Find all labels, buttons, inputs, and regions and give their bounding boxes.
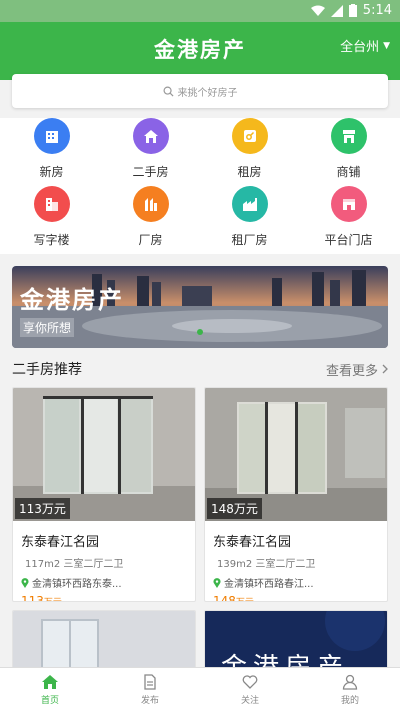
tab-label: 关注 (240, 695, 259, 706)
category-platform-store[interactable]: 平台门店 (303, 186, 395, 254)
address-text: 金清镇环西路春江... (224, 579, 314, 590)
home-icon (42, 674, 58, 689)
listing-name: 东泰春江名园 (21, 535, 100, 550)
category-rent-plant[interactable]: 租厂房 (204, 186, 296, 254)
person-icon (342, 674, 358, 690)
listing-address: 金清镇环西路东泰... (21, 575, 195, 590)
store-icon (330, 186, 367, 222)
listing-spec: 139m2 三室二厅二卫 (217, 559, 316, 570)
category-office[interactable]: 写字楼 (6, 186, 98, 254)
location-pin-icon (21, 577, 29, 588)
city-label: 全台州 (340, 40, 380, 55)
price-tag: 148万元 (207, 498, 262, 519)
house-icon (132, 118, 169, 154)
tab-label: 我的 (340, 695, 359, 706)
listing-photo: 113万元 (13, 388, 195, 521)
category-grid: 新房 二手房 租房 商铺 写字楼 厂房 租厂房 平台门店 (0, 118, 400, 254)
category-label: 写字楼 (33, 233, 70, 247)
listing-price: 113万元 (21, 594, 195, 602)
promo-banner[interactable]: 金港房产 享你所想 (12, 266, 388, 348)
app-header: 金港房产 全台州 ▼ (0, 22, 400, 80)
tab-label: 发布 (140, 695, 159, 706)
listing-address: 金清镇环西路春江... (213, 575, 387, 590)
promo-card[interactable]: 金港房产 (204, 610, 388, 670)
tab-home[interactable]: 首页 (0, 668, 100, 710)
plant-icon (132, 186, 169, 222)
category-label: 二手房 (132, 165, 169, 179)
category-second-hand[interactable]: 二手房 (105, 118, 197, 186)
tab-label: 首页 (40, 695, 59, 706)
banner-title: 金港房产 (20, 286, 124, 314)
category-label: 厂房 (138, 233, 163, 247)
listing-grid: 113万元 东泰春江名园 117m2 三室二厅二卫 金清镇环西路东泰... 11… (12, 387, 388, 670)
category-new-house[interactable]: 新房 (6, 118, 98, 186)
wifi-icon (310, 5, 325, 16)
listing-photo: 148万元 (205, 388, 387, 521)
document-icon (144, 673, 156, 690)
view-more-label: 查看更多 (325, 363, 378, 379)
search-bar[interactable]: 来挑个好房子 (12, 74, 388, 108)
category-label: 租房 (237, 165, 262, 179)
banner-subtitle: 享你所想 (20, 318, 75, 337)
building-icon (33, 118, 70, 154)
listing-price: 148万元 (213, 594, 387, 602)
shop-icon (330, 118, 367, 154)
listing-card[interactable] (12, 610, 196, 670)
price-unit: 万元 (236, 598, 254, 601)
section-title: 二手房推荐 (12, 362, 82, 378)
bottom-tab-bar: 首页 发布 关注 我的 (0, 667, 400, 710)
office-icon (33, 186, 70, 222)
city-selector[interactable]: 全台州 ▼ (340, 36, 390, 55)
tab-mine[interactable]: 我的 (300, 668, 400, 710)
chevron-right-icon (382, 364, 388, 374)
listing-spec: 117m2 三室二厅二卫 (25, 559, 124, 570)
category-label: 商铺 (336, 165, 361, 179)
search-placeholder: 来挑个好房子 (177, 87, 238, 99)
caret-down-icon: ▼ (383, 40, 390, 51)
price-unit: 万元 (44, 598, 62, 601)
status-bar: 5:14 (0, 0, 400, 22)
price-value: 113 (21, 594, 44, 602)
category-plant[interactable]: 厂房 (105, 186, 197, 254)
listing-card[interactable]: 148万元 东泰春江名园 139m2 三室二厅二卫 金清镇环西路春江... 14… (204, 387, 388, 602)
category-label: 平台门店 (324, 233, 373, 247)
heart-icon (242, 674, 258, 689)
view-more-link[interactable]: 查看更多 (326, 360, 388, 379)
tab-publish[interactable]: 发布 (100, 668, 200, 710)
price-tag: 113万元 (15, 498, 70, 519)
category-shop[interactable]: 商铺 (303, 118, 395, 186)
category-rent[interactable]: 租房 (204, 118, 296, 186)
search-icon (163, 86, 174, 97)
status-time: 5:14 (362, 3, 392, 18)
status-icons: 5:14 (310, 3, 392, 18)
price-value: 148 (213, 594, 236, 602)
location-pin-icon (213, 577, 221, 588)
battery-icon (348, 4, 357, 17)
category-label: 新房 (39, 165, 64, 179)
listing-card[interactable]: 113万元 东泰春江名园 117m2 三室二厅二卫 金清镇环西路东泰... 11… (12, 387, 196, 602)
address-text: 金清镇环西路东泰... (32, 579, 122, 590)
section-header: 二手房推荐 查看更多 (0, 352, 400, 386)
factory-icon (231, 186, 268, 222)
key-icon (231, 118, 268, 154)
listing-photo (13, 611, 195, 669)
signal-icon (330, 4, 343, 17)
listing-name: 东泰春江名园 (213, 535, 292, 550)
tab-follow[interactable]: 关注 (200, 668, 300, 710)
category-label: 租厂房 (231, 233, 268, 247)
